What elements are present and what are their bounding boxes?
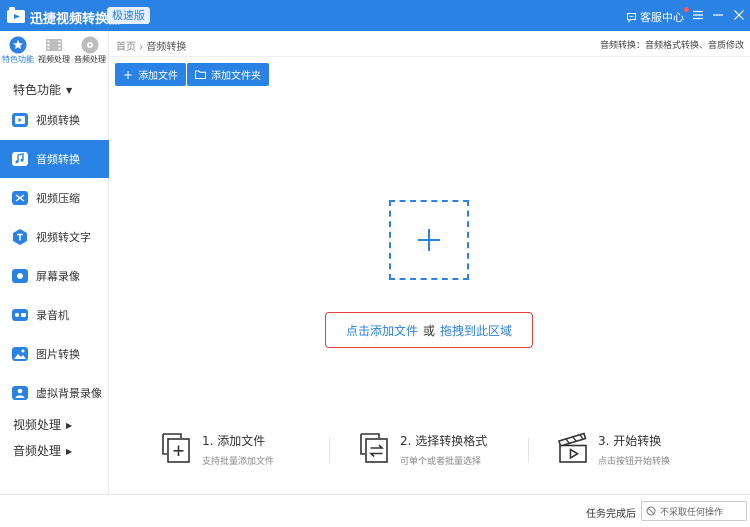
sidebar-item-image-convert[interactable]: 图片转换	[0, 335, 109, 373]
sidebar-item-label: 虚拟背景录像	[36, 387, 102, 400]
breadcrumb-current: 音频转换	[146, 42, 187, 53]
star-icon	[9, 36, 27, 54]
film-icon	[46, 39, 62, 51]
disc-icon	[81, 36, 99, 54]
video-convert-icon	[12, 113, 28, 127]
add-folder-label: 添加文件夹	[211, 71, 261, 82]
caret-right-icon: ▶	[66, 447, 73, 456]
menu-icon[interactable]	[690, 7, 706, 23]
add-folder-button[interactable]: 添加文件夹	[187, 63, 269, 86]
sidebar-item-label: 音频转换	[36, 153, 80, 166]
group-audio-label: 音频处理	[13, 444, 62, 458]
audio-convert-icon	[12, 152, 28, 166]
sidebar-item-label: 视频转换	[36, 114, 80, 127]
app-logo-icon	[7, 7, 25, 23]
chat-icon	[627, 12, 636, 23]
sidebar-item-recorder[interactable]: 录音机	[0, 296, 109, 334]
sidebar-item-label: 图片转换	[36, 348, 80, 361]
screen-record-icon	[12, 269, 28, 283]
video-to-text-icon	[13, 229, 27, 245]
step-start-convert: 3. 开始转换 点击按钮开始转换	[556, 430, 696, 470]
group-video-label: 视频处理	[13, 418, 62, 432]
sidebar: 特色功能 视频处理 音频处理 特色功能 ▼ 视频转换 音频转换 视频压缩 视频转…	[0, 31, 109, 494]
tab-audio[interactable]: 音频处理	[72, 34, 108, 68]
sidebar-item-video-compress[interactable]: 视频压缩	[0, 179, 109, 217]
recorder-icon	[12, 309, 28, 321]
breadcrumb-home[interactable]: 首页	[116, 42, 136, 53]
sidebar-item-virtual-background[interactable]: 虚拟背景录像	[0, 374, 109, 412]
add-file-button[interactable]: + 添加文件	[115, 63, 187, 86]
sidebar-item-label: 视频压缩	[36, 192, 80, 205]
notification-dot	[684, 7, 689, 12]
sidebar-tabs: 特色功能 视频处理 音频处理	[0, 31, 109, 69]
customer-service-button[interactable]: 客服中心	[626, 7, 689, 25]
after-task-select[interactable]: 不采取任何操作	[641, 501, 747, 521]
sidebar-item-video-convert[interactable]: 视频转换	[0, 101, 109, 139]
sidebar-item-label: 视频转文字	[36, 231, 91, 244]
tab-video[interactable]: 视频处理	[36, 34, 72, 68]
tab-featured[interactable]: 特色功能	[0, 34, 36, 68]
header-divider	[110, 56, 750, 57]
drop-zone[interactable]	[389, 200, 469, 280]
caret-right-icon: ▶	[66, 421, 73, 430]
add-file-label: 添加文件	[138, 71, 179, 82]
step-desc: 可单个或者批量选择	[400, 457, 482, 467]
group-featured-label: 特色功能	[13, 83, 62, 97]
virtual-background-icon	[12, 386, 28, 400]
tab-featured-label: 特色功能	[2, 55, 34, 64]
step-add-file: 1. 添加文件 支持批量添加文件	[160, 430, 300, 470]
after-task-label: 任务完成后	[586, 509, 636, 520]
select-format-icon	[360, 433, 388, 463]
click-add-link[interactable]: 点击添加文件	[346, 322, 418, 339]
video-compress-icon	[12, 191, 28, 205]
tab-video-label: 视频处理	[38, 55, 70, 64]
sidebar-item-video-to-text[interactable]: 视频转文字	[0, 218, 109, 256]
step-title: 2. 选择转换格式	[400, 434, 488, 448]
sidebar-item-label: 屏幕录像	[36, 270, 80, 283]
start-convert-icon	[558, 432, 587, 463]
drag-hint-text: 拖拽到此区域	[440, 323, 513, 338]
footer-bar: 任务完成后 不采取任何操作	[0, 494, 750, 527]
step-divider	[329, 437, 330, 463]
add-file-icon	[162, 433, 190, 463]
step-desc: 点击按钮开始转换	[598, 457, 671, 467]
after-task-value: 不采取任何操作	[660, 507, 724, 518]
step-title: 3. 开始转换	[598, 434, 662, 448]
group-video[interactable]: 视频处理 ▶	[13, 416, 72, 433]
breadcrumb: 首页 › 音频转换	[116, 38, 186, 53]
tab-audio-label: 音频处理	[74, 55, 106, 64]
sidebar-item-label: 录音机	[36, 309, 69, 322]
step-desc: 支持批量添加文件	[202, 457, 275, 467]
image-convert-icon	[12, 347, 28, 361]
main-panel: 首页 › 音频转换 音频转换：音频格式转换、音质修改 + 添加文件 添加文件夹 …	[110, 31, 750, 494]
minimize-icon[interactable]	[710, 7, 726, 23]
caret-down-icon: ▼	[66, 86, 73, 95]
step-title: 1. 添加文件	[202, 434, 266, 448]
sidebar-item-screen-record[interactable]: 屏幕录像	[0, 257, 109, 295]
group-featured[interactable]: 特色功能 ▼	[13, 81, 72, 98]
group-audio[interactable]: 音频处理 ▶	[13, 442, 72, 459]
folder-icon	[195, 70, 206, 79]
feature-hint: 音频转换：音频格式转换、音质修改	[599, 41, 744, 51]
step-select-format: 2. 选择转换格式 可单个或者批量选择	[358, 430, 508, 470]
customer-service-label: 客服中心	[640, 11, 684, 24]
sidebar-item-audio-convert[interactable]: 音频转换	[0, 140, 109, 178]
drop-hint: 点击添加文件 或 拖拽到此区域	[325, 312, 533, 348]
title-bar: 迅捷视频转换器 极速版 客服中心	[0, 0, 750, 31]
or-text: 或	[422, 323, 435, 338]
prohibit-icon	[646, 506, 656, 516]
plus-icon	[418, 229, 440, 251]
edition-badge: 极速版	[107, 7, 150, 24]
step-divider	[528, 437, 529, 463]
close-icon[interactable]	[731, 7, 747, 23]
plus-icon: +	[123, 67, 134, 82]
